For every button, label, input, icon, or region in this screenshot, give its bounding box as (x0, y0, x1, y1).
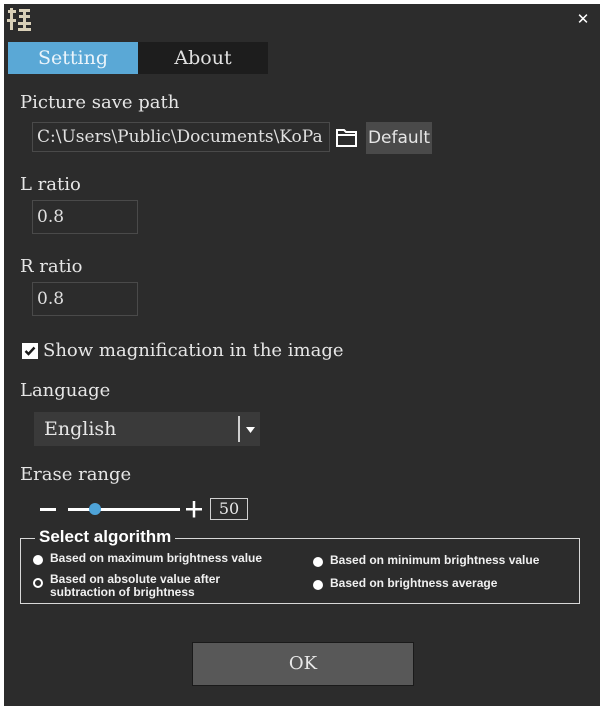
app-icon (6, 7, 32, 33)
radio-button[interactable] (33, 578, 43, 588)
default-button[interactable]: Default (366, 122, 432, 154)
erase-range-slider-thumb[interactable] (88, 503, 101, 515)
l-ratio-label: L ratio (20, 174, 81, 195)
dropdown-arrow-icon[interactable] (241, 412, 260, 446)
algorithm-option-label: Based on absolute value after subtractio… (50, 572, 221, 599)
settings-window: ✕ Setting About Picture save path C:\Use… (4, 4, 600, 706)
algorithm-option-label: Based on maximum brightness value (50, 551, 263, 565)
erase-range-control: 50 (40, 498, 270, 522)
language-select[interactable]: English (34, 412, 260, 446)
checkbox-box[interactable] (22, 342, 38, 359)
algorithm-group: Select algorithm Based on maximum bright… (20, 527, 580, 604)
algorithm-option-label: Based on brightness average (330, 576, 498, 590)
checkmark-icon (24, 346, 36, 356)
tab-bar: Setting About (8, 42, 268, 74)
r-ratio-label: R ratio (20, 256, 83, 277)
plus-icon[interactable] (184, 498, 204, 520)
radio-button[interactable] (313, 580, 323, 590)
language-label: Language (20, 380, 111, 401)
folder-icon[interactable] (334, 124, 360, 150)
tab-setting[interactable]: Setting (8, 42, 138, 74)
select-divider (238, 416, 240, 442)
show-magnification-label: Show magnification in the image (43, 340, 344, 361)
close-icon[interactable]: ✕ (574, 10, 592, 28)
r-ratio-input[interactable]: 0.8 (32, 282, 138, 316)
save-path-label: Picture save path (20, 92, 180, 113)
save-path-field[interactable]: C:\Users\Public\Documents\KoPa (32, 122, 330, 152)
algorithm-option-min[interactable]: Based on minimum brightness value (313, 554, 579, 567)
algorithm-option-max[interactable]: Based on maximum brightness value (33, 552, 313, 565)
erase-range-label: Erase range (20, 464, 132, 485)
show-magnification-checkbox[interactable]: Show magnification in the image (22, 340, 344, 361)
l-ratio-input[interactable]: 0.8 (32, 200, 138, 234)
algorithm-option-avg[interactable]: Based on brightness average (313, 577, 579, 590)
title-bar: ✕ (4, 4, 600, 38)
algorithm-option-label: Based on minimum brightness value (330, 553, 540, 567)
minus-icon[interactable] (40, 508, 56, 511)
erase-range-slider-track[interactable] (68, 508, 180, 511)
radio-button[interactable] (313, 557, 323, 567)
radio-button[interactable] (33, 555, 43, 565)
tab-about[interactable]: About (138, 42, 268, 74)
algorithm-title: Select algorithm (35, 527, 176, 547)
erase-range-value[interactable]: 50 (210, 498, 248, 520)
ok-button[interactable]: OK (192, 642, 414, 686)
language-value: English (44, 418, 117, 440)
algorithm-option-abs[interactable]: Based on absolute value after subtractio… (33, 573, 263, 599)
